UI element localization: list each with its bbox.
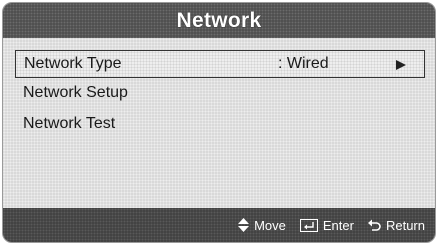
menu-item-network-test[interactable]: Network Test (15, 110, 425, 138)
menu-item-label: Network Test (23, 115, 116, 132)
footer-hints: Move Enter Return (3, 208, 435, 242)
move-label: Move (254, 217, 286, 233)
move-hint: Move (238, 218, 286, 233)
menu-item-network-type[interactable]: Network Type : Wired (15, 50, 425, 78)
enter-hint: Enter (299, 217, 354, 233)
network-dialog: Network Network Type : Wired Network Set… (2, 2, 436, 243)
title-bar: Network (3, 3, 435, 38)
return-hint: Return (367, 217, 425, 233)
menu-item-label: Network Type (24, 55, 122, 72)
network-type-value: : Wired (278, 55, 329, 72)
menu-item-label: Network Setup (23, 84, 128, 101)
dialog-title: Network (176, 8, 262, 32)
enter-label: Enter (322, 217, 354, 233)
menu-panel: Network Type : Wired Network Setup Netwo… (3, 38, 435, 210)
right-arrow-icon (396, 60, 406, 70)
up-down-diamond-icon (238, 218, 250, 232)
menu-item-network-setup[interactable]: Network Setup (15, 79, 425, 107)
return-label: Return (385, 217, 425, 233)
return-arrow-icon (367, 219, 381, 232)
enter-icon (299, 218, 318, 232)
